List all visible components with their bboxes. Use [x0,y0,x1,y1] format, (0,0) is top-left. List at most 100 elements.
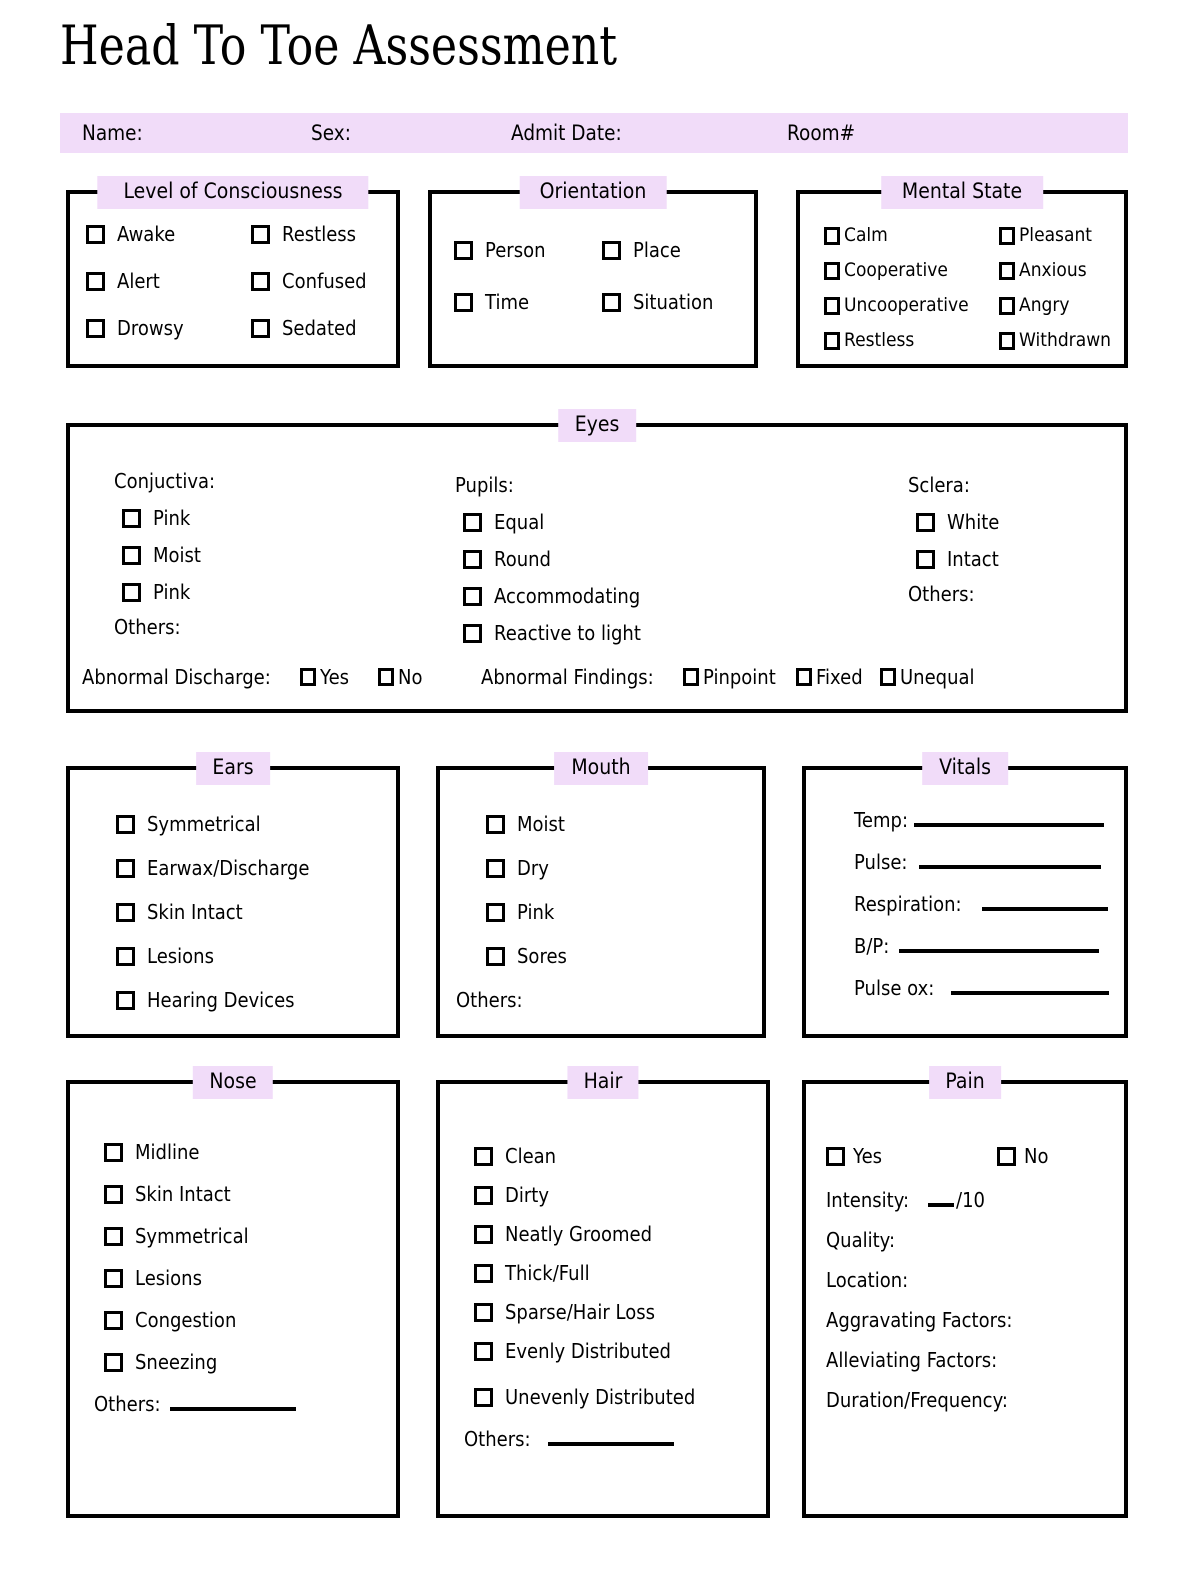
checkbox-row[interactable]: Confused [251,271,376,291]
checkbox-icon[interactable] [104,1184,123,1204]
checkbox-row[interactable]: Angry [998,296,1121,315]
checkbox-icon[interactable] [474,1224,493,1244]
checkbox-icon[interactable] [486,946,505,966]
checkbox-icon[interactable] [683,668,700,686]
checkbox-icon[interactable] [474,1387,493,1407]
checkbox-row[interactable]: Alert [86,271,191,291]
checkbox-row[interactable]: Anxious [998,261,1121,280]
checkbox-row[interactable]: Thick/Full [474,1263,766,1283]
checkbox-row[interactable]: Neatly Groomed [474,1224,766,1244]
checkbox-icon[interactable] [795,668,812,686]
checkbox-icon[interactable] [251,224,271,244]
checkbox-icon[interactable] [998,296,1015,315]
checkbox-row[interactable]: Pink [486,902,762,922]
checkbox-row[interactable]: Skin Intact [104,1184,396,1204]
checkbox-row[interactable]: Reactive to light [463,623,657,643]
checkbox-icon[interactable] [602,240,622,260]
checkbox-row[interactable]: Round [463,549,657,569]
checkbox-icon[interactable] [454,292,473,312]
checkbox-row[interactable]: Skin Intact [116,902,396,922]
checkbox-row[interactable]: Person [454,240,552,260]
checkbox-icon[interactable] [486,902,505,922]
checkbox-row[interactable]: Pink [122,582,226,602]
checkbox-row[interactable]: Pink [122,508,226,528]
checkbox-icon[interactable] [116,814,135,834]
vitals-bp-input[interactable] [899,949,1100,953]
checkbox-icon[interactable] [463,623,482,643]
checkbox-row[interactable]: Midline [104,1142,396,1162]
checkbox-icon[interactable] [998,226,1015,245]
checkbox-icon[interactable] [116,946,135,966]
checkbox-row[interactable]: Dirty [474,1185,766,1205]
vitals-pulse-input[interactable] [919,865,1102,869]
checkbox-row[interactable]: Sneezing [104,1352,396,1372]
checkbox-row[interactable]: Lesions [104,1268,396,1288]
checkbox-icon[interactable] [916,549,935,569]
checkbox-row[interactable]: Awake [86,224,191,244]
checkbox-icon[interactable] [474,1263,493,1283]
checkbox-icon[interactable] [486,814,505,834]
checkbox-row[interactable]: Restless [251,224,376,244]
checkbox-icon[interactable] [474,1185,493,1205]
checkbox-icon[interactable] [916,512,935,532]
checkbox-icon[interactable] [122,545,141,565]
checkbox-icon[interactable] [824,261,840,280]
checkbox-row[interactable]: White [916,512,1005,532]
checkbox-icon[interactable] [486,858,505,878]
checkbox-row[interactable]: Sores [486,946,762,966]
checkbox-icon[interactable] [998,261,1015,280]
nose-others-input[interactable] [169,1407,296,1411]
checkbox-icon[interactable] [104,1142,123,1162]
checkbox-icon[interactable] [463,549,482,569]
checkbox-row[interactable]: Withdrawn [998,331,1121,350]
checkbox-row[interactable]: Moist [486,814,762,834]
checkbox-row[interactable]: Hearing Devices [116,990,396,1010]
checkbox-row[interactable]: Earwax/Discharge [116,858,396,878]
checkbox-icon[interactable] [998,331,1015,350]
checkbox-row[interactable]: Moist [122,545,226,565]
checkbox-icon[interactable] [104,1226,123,1246]
checkbox-icon[interactable] [378,668,395,686]
checkbox-icon[interactable] [463,512,482,532]
checkbox-icon[interactable] [122,582,141,602]
checkbox-row[interactable]: Congestion [104,1310,396,1330]
checkbox-row[interactable]: Sparse/Hair Loss [474,1302,766,1322]
checkbox-row[interactable]: Symmetrical [104,1226,396,1246]
checkbox-icon[interactable] [116,902,135,922]
checkbox-row[interactable]: Cooperative [824,261,983,280]
checkbox-row[interactable]: Place [602,240,722,260]
checkbox-icon[interactable] [116,990,135,1010]
checkbox-icon[interactable] [104,1268,123,1288]
checkbox-icon[interactable] [602,292,622,312]
checkbox-icon[interactable] [86,224,105,244]
checkbox-icon[interactable] [299,668,316,686]
checkbox-row[interactable]: Unevenly Distributed [474,1387,766,1407]
checkbox-row[interactable]: Dry [486,858,762,878]
vitals-temp-input[interactable] [914,823,1105,827]
checkbox-icon[interactable] [251,318,271,338]
checkbox-icon[interactable] [474,1146,493,1166]
checkbox-row[interactable]: Accommodating [463,586,657,606]
checkbox-icon[interactable] [104,1352,123,1372]
checkbox-icon[interactable] [824,226,840,245]
checkbox-icon[interactable] [251,271,271,291]
checkbox-row[interactable]: Symmetrical [116,814,396,834]
vitals-pulseox-input[interactable] [951,991,1110,995]
checkbox-icon[interactable] [879,668,896,686]
checkbox-row[interactable]: Calm [824,226,983,245]
checkbox-row[interactable]: Uncooperative [824,296,983,315]
checkbox-row[interactable]: Equal [463,512,657,532]
pain-intensity-input[interactable] [928,1203,955,1207]
checkbox-icon[interactable] [116,858,135,878]
checkbox-icon[interactable] [86,318,105,338]
checkbox-icon[interactable] [474,1302,493,1322]
vitals-respiration-input[interactable] [981,907,1108,911]
checkbox-row[interactable]: Pleasant [998,226,1121,245]
checkbox-icon[interactable] [104,1310,123,1330]
checkbox-icon[interactable] [824,296,840,315]
checkbox-row[interactable]: Time [454,292,552,312]
checkbox-row[interactable]: Situation [602,292,722,312]
checkbox-row[interactable]: Evenly Distributed [474,1341,766,1361]
checkbox-row[interactable]: Restless [824,331,983,350]
checkbox-icon[interactable] [824,331,840,350]
